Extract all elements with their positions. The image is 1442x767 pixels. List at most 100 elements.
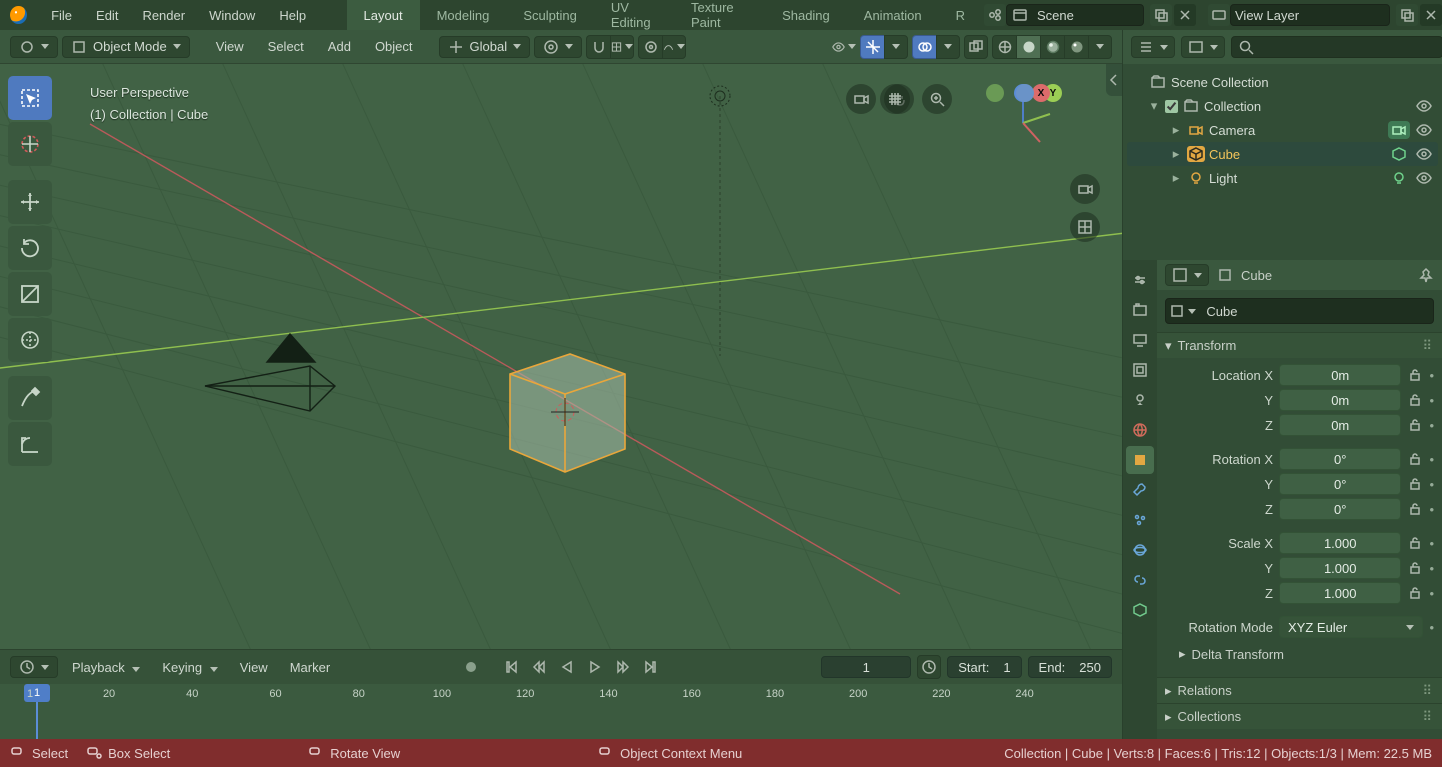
pin-icon[interactable]: [1418, 267, 1434, 283]
end-frame-field[interactable]: End:250: [1028, 656, 1112, 678]
scene-browse-button[interactable]: [984, 4, 1006, 26]
jump-start-button[interactable]: [499, 655, 523, 679]
snap-mode-dropdown[interactable]: [610, 35, 634, 59]
ptab-world[interactable]: [1126, 416, 1154, 444]
ptab-render[interactable]: [1126, 296, 1154, 324]
preview-range-toggle[interactable]: [917, 655, 941, 679]
rotation-x-field[interactable]: 0°: [1279, 448, 1401, 470]
timeline-menu-keying[interactable]: Keying: [154, 660, 225, 675]
proportional-falloff-dropdown[interactable]: [662, 35, 686, 59]
scene-delete-button[interactable]: [1174, 4, 1196, 26]
lock-icon[interactable]: [1407, 417, 1423, 433]
sidebar-toggle[interactable]: [1106, 64, 1122, 96]
grip-icon[interactable]: ⠿: [1422, 683, 1434, 699]
tool-cursor[interactable]: [8, 122, 52, 166]
object-camera[interactable]: [195, 326, 355, 436]
start-frame-field[interactable]: Start:1: [947, 656, 1021, 678]
tool-rotate[interactable]: [8, 226, 52, 270]
viewlayer-browse-button[interactable]: [1208, 4, 1230, 26]
shading-rendered[interactable]: [1064, 35, 1088, 59]
light-data-icon[interactable]: [1388, 169, 1410, 187]
tree-cube[interactable]: ▸ Cube: [1127, 142, 1438, 166]
ptab-data[interactable]: [1126, 596, 1154, 624]
shading-solid[interactable]: [1016, 35, 1040, 59]
mesh-data-icon[interactable]: [1388, 145, 1410, 163]
menu-add[interactable]: Add: [318, 39, 361, 54]
object-cube[interactable]: [500, 334, 640, 484]
camera-data-icon[interactable]: [1388, 121, 1410, 139]
tool-move[interactable]: [8, 180, 52, 224]
ptab-constraints[interactable]: [1126, 566, 1154, 594]
location-z-field[interactable]: 0m: [1279, 414, 1401, 436]
panel-collections-header[interactable]: ▸Collections⠿: [1157, 703, 1442, 729]
rotation-mode-dropdown[interactable]: XYZ Euler: [1279, 616, 1423, 638]
workspace-tab-layout[interactable]: Layout: [347, 0, 420, 30]
panel-relations-header[interactable]: ▸Relations⠿: [1157, 677, 1442, 703]
panel-delta-header[interactable]: ▸Delta Transform: [1165, 641, 1434, 667]
location-x-field[interactable]: 0m: [1279, 364, 1401, 386]
camera-view-button[interactable]: [846, 84, 876, 114]
playhead[interactable]: 1: [36, 684, 38, 739]
lock-icon[interactable]: [1407, 585, 1423, 601]
ptab-scene[interactable]: [1126, 386, 1154, 414]
menu-render[interactable]: Render: [130, 0, 197, 30]
snap-toggle[interactable]: [586, 35, 610, 59]
panel-transform-header[interactable]: ▾Transform⠿: [1157, 332, 1442, 358]
menu-select[interactable]: Select: [258, 39, 314, 54]
keyframe-next-button[interactable]: [611, 655, 635, 679]
scene-field[interactable]: [1006, 4, 1144, 26]
ptab-object[interactable]: [1126, 446, 1154, 474]
ptab-modifiers[interactable]: [1126, 476, 1154, 504]
outliner-search[interactable]: [1231, 36, 1442, 58]
workspace-tab-sculpting[interactable]: Sculpting: [506, 0, 593, 30]
menu-help[interactable]: Help: [267, 0, 318, 30]
eye-icon[interactable]: [1414, 170, 1434, 186]
orientation-dropdown[interactable]: Global: [439, 36, 531, 58]
viewlayer-field[interactable]: [1230, 4, 1390, 26]
visibility-dropdown[interactable]: [832, 35, 856, 59]
tree-light[interactable]: ▸ Light: [1127, 166, 1438, 190]
ptab-tool[interactable]: [1126, 266, 1154, 294]
shading-options-dropdown[interactable]: [1088, 35, 1112, 59]
shading-wireframe[interactable]: [992, 35, 1016, 59]
tool-transform[interactable]: [8, 318, 52, 362]
workspace-tab-modeling[interactable]: Modeling: [420, 0, 507, 30]
shading-matprev[interactable]: [1040, 35, 1064, 59]
workspace-tab-uv[interactable]: UV Editing: [594, 0, 674, 30]
gizmo-toggle[interactable]: [860, 35, 884, 59]
viewlayer-delete-button[interactable]: [1420, 4, 1442, 26]
tool-measure[interactable]: [8, 422, 52, 466]
tree-collection[interactable]: ▾ Collection: [1127, 94, 1438, 118]
lock-icon[interactable]: [1407, 367, 1423, 383]
eye-icon[interactable]: [1414, 122, 1434, 138]
workspace-tab-shading[interactable]: Shading: [765, 0, 847, 30]
rotation-z-field[interactable]: 0°: [1279, 498, 1401, 520]
timeline-editor-type[interactable]: [10, 656, 58, 678]
lock-icon[interactable]: [1407, 476, 1423, 492]
viewlayer-new-button[interactable]: [1396, 4, 1418, 26]
lock-icon[interactable]: [1407, 392, 1423, 408]
menu-edit[interactable]: Edit: [84, 0, 130, 30]
outliner-search-input[interactable]: [1260, 40, 1436, 55]
grip-icon[interactable]: ⠿: [1422, 338, 1434, 354]
outliner-display-mode[interactable]: [1181, 36, 1225, 58]
toggle-ortho-button[interactable]: [1070, 212, 1100, 242]
keyframe-prev-button[interactable]: [527, 655, 551, 679]
properties-editor-type[interactable]: [1165, 264, 1209, 286]
timeline-menu-playback[interactable]: Playback: [64, 660, 148, 675]
location-y-field[interactable]: 0m: [1279, 389, 1401, 411]
menu-object[interactable]: Object: [365, 39, 423, 54]
zoom-view-button[interactable]: [922, 84, 952, 114]
pivot-dropdown[interactable]: [534, 36, 582, 58]
scale-z-field[interactable]: 1.000: [1279, 582, 1401, 604]
scale-y-field[interactable]: 1.000: [1279, 557, 1401, 579]
rotation-y-field[interactable]: 0°: [1279, 473, 1401, 495]
overlay-dropdown[interactable]: [936, 35, 960, 59]
play-reverse-button[interactable]: [555, 655, 579, 679]
collection-enable-checkbox[interactable]: [1165, 100, 1178, 113]
scene-new-button[interactable]: [1150, 4, 1172, 26]
disclose-icon[interactable]: ▸: [1169, 122, 1183, 138]
overlay-toggle[interactable]: [912, 35, 936, 59]
gizmo-dropdown[interactable]: [884, 35, 908, 59]
lock-icon[interactable]: [1407, 451, 1423, 467]
